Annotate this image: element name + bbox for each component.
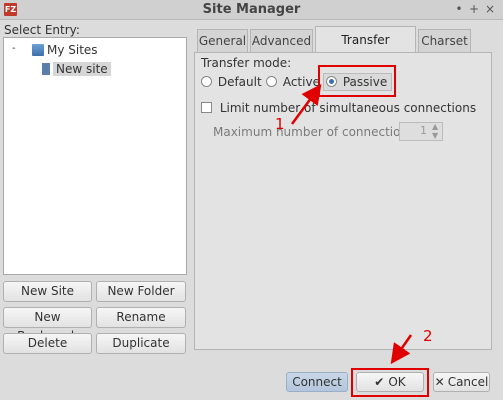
annotation-arrows [290, 83, 413, 365]
arrow-to-passive [290, 83, 322, 125]
arrow-to-ok [390, 334, 413, 365]
